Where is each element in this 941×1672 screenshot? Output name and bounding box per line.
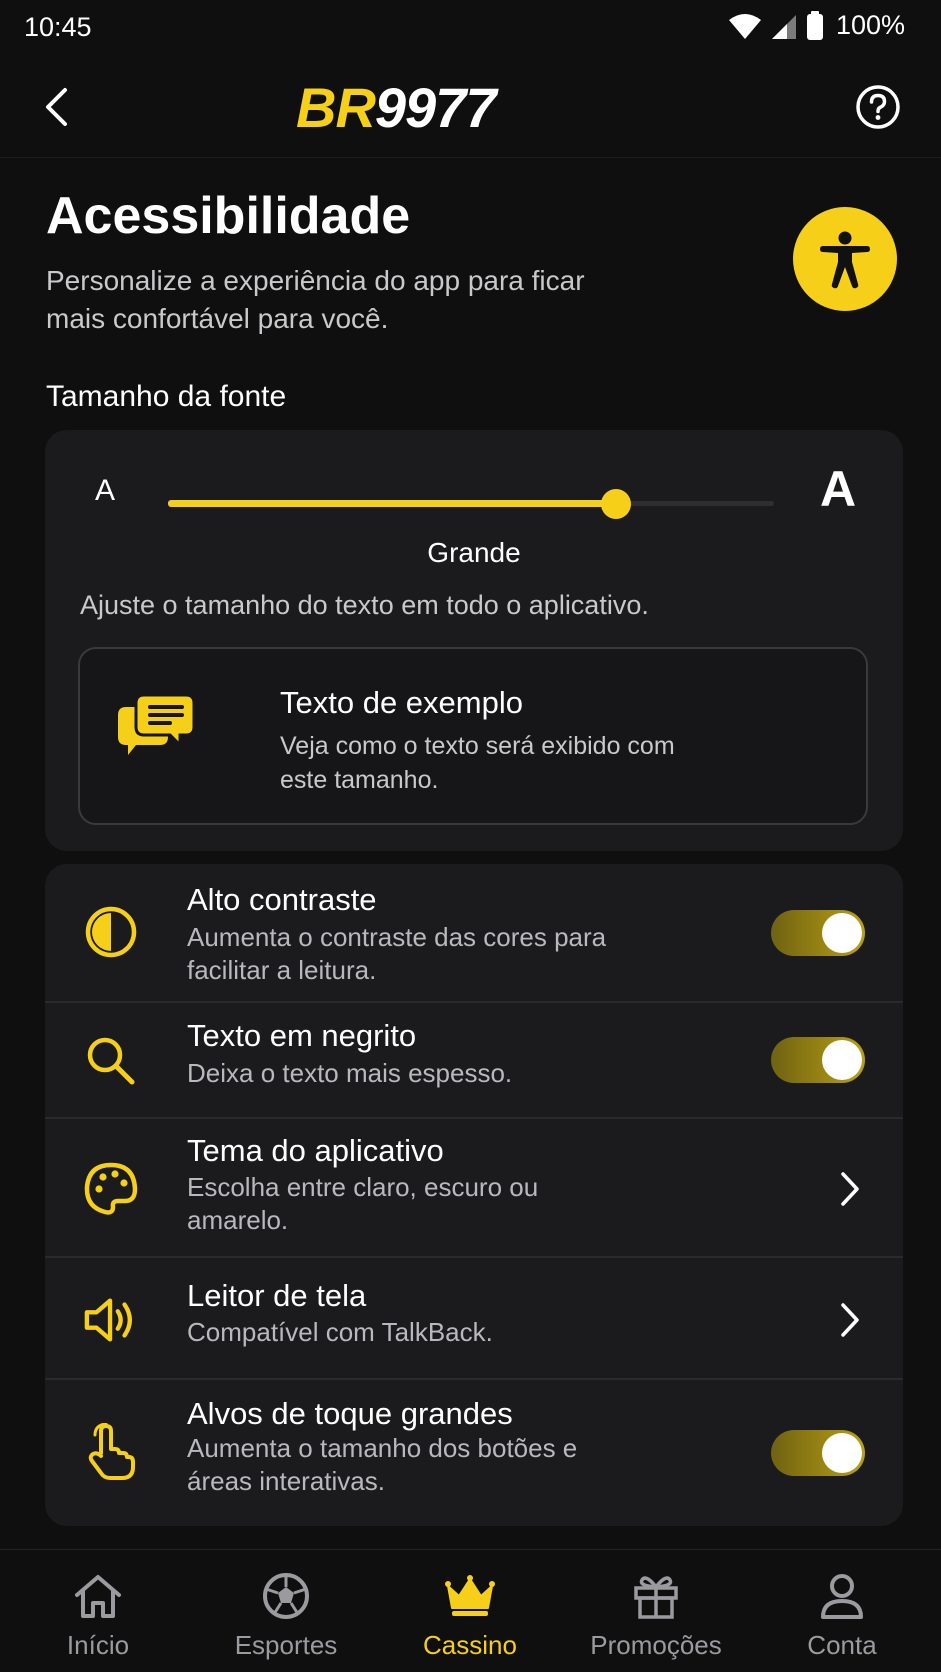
speaker-icon <box>83 1292 139 1348</box>
battery-percent: 100% <box>835 10 905 40</box>
setting-title: Alto contraste <box>187 882 377 917</box>
setting-description: Aumenta o tamanho dos botões e áreas int… <box>187 1433 578 1496</box>
setting-row-large-touch-targets[interactable]: Alvos de toque grandes Aumenta o tamanho… <box>45 1380 903 1526</box>
brand-logo: BR9977 <box>296 76 497 140</box>
cell-signal-icon <box>770 12 798 40</box>
nav-label: Promoções <box>590 1630 722 1660</box>
magnifier-icon <box>83 1033 139 1089</box>
accessibility-person-icon <box>820 231 870 289</box>
nav-item-conta[interactable]: Conta <box>748 1550 936 1672</box>
slider-fill <box>168 500 617 507</box>
nav-item-esportes[interactable]: Esportes <box>192 1550 380 1672</box>
slider-thumb[interactable] <box>601 489 632 519</box>
nav-label: Início <box>66 1630 130 1660</box>
question-circle-icon <box>856 85 900 129</box>
chevron-left-icon <box>46 88 67 126</box>
status-bar: 10:45 100% <box>0 0 941 56</box>
bold-text-toggle[interactable] <box>771 1037 865 1083</box>
sample-text: Veja como o texto será exibido com este … <box>280 732 675 794</box>
contrast-icon <box>83 904 139 960</box>
status-time: 10:45 <box>24 12 92 42</box>
battery-icon <box>806 10 824 41</box>
status-icons: 100% <box>728 10 905 41</box>
nav-item-inicio[interactable]: Início <box>4 1550 192 1672</box>
setting-row-bold-text[interactable]: Texto em negrito Deixa o texto mais espe… <box>45 1003 903 1119</box>
setting-description: Compatível com TalkBack. <box>187 1317 493 1347</box>
palette-icon <box>83 1161 139 1217</box>
nav-label: Esportes <box>234 1630 338 1660</box>
accessibility-badge <box>793 207 897 311</box>
logo-prefix: BR <box>296 76 376 139</box>
nav-label: Cassino <box>423 1630 517 1660</box>
setting-row-high-contrast[interactable]: Alto contraste Aumenta o contraste das c… <box>45 864 903 1003</box>
font-size-help-text: Ajuste o tamanho do texto em todo o apli… <box>80 590 649 620</box>
large-font-glyph: A <box>820 461 857 517</box>
setting-row-screen-reader[interactable]: Leitor de tela Compatível com TalkBack. <box>45 1258 903 1380</box>
help-button[interactable] <box>855 84 901 130</box>
chat-bubbles-icon <box>116 693 196 774</box>
accessibility-settings-list: Alto contraste Aumenta o contraste das c… <box>45 864 903 1526</box>
setting-title: Leitor de tela <box>187 1278 367 1313</box>
toggle-knob <box>822 1040 862 1080</box>
setting-description: Deixa o texto mais espesso. <box>187 1058 513 1088</box>
sample-text-preview: Texto de exemplo Veja como o texto será … <box>78 647 868 825</box>
back-button[interactable] <box>36 82 76 132</box>
setting-title: Texto em negrito <box>187 1018 417 1053</box>
font-size-slider[interactable] <box>168 488 774 519</box>
toggle-knob <box>822 1433 862 1473</box>
font-size-section-label: Tamanho da fonte <box>46 380 287 413</box>
font-size-card: A A Grande Ajuste o tamanho do texto em … <box>45 430 903 851</box>
wifi-icon <box>728 12 762 40</box>
small-font-glyph: A <box>95 474 116 507</box>
large-touch-targets-toggle[interactable] <box>771 1430 865 1476</box>
accessibility-screen: 10:45 100% BR9977 Acessibilidade Persona… <box>0 0 941 1672</box>
chevron-right-icon <box>835 1169 865 1209</box>
high-contrast-toggle[interactable] <box>771 910 865 956</box>
bottom-navigation: Início Esportes Cassino Promoções Conta <box>0 1549 941 1672</box>
nav-label: Conta <box>807 1630 877 1660</box>
setting-description: Escolha entre claro, escuro ou amarelo. <box>187 1172 539 1235</box>
page-subtitle: Personalize a experiência do app para fi… <box>46 265 585 334</box>
nav-item-promocoes[interactable]: Promoções <box>562 1550 750 1672</box>
sample-title: Texto de exemplo <box>280 685 523 720</box>
chevron-right-icon <box>835 1300 865 1340</box>
setting-description: Aumenta o contraste das cores para facil… <box>187 922 607 985</box>
toggle-knob <box>822 913 862 953</box>
gift-icon <box>562 1570 750 1622</box>
nav-item-cassino[interactable]: Cassino <box>376 1550 564 1672</box>
app-header: BR9977 <box>0 56 941 158</box>
setting-row-app-theme[interactable]: Tema do aplicativo Escolha entre claro, … <box>45 1119 903 1258</box>
home-icon <box>4 1570 192 1622</box>
setting-title: Tema do aplicativo <box>187 1133 444 1168</box>
setting-title: Alvos de toque grandes <box>187 1396 513 1431</box>
touch-hand-icon <box>83 1423 139 1480</box>
user-icon <box>748 1570 936 1622</box>
page-title: Acessibilidade <box>46 187 411 245</box>
logo-suffix: 9977 <box>374 76 497 139</box>
crown-icon <box>376 1570 564 1622</box>
font-size-value: Grande <box>427 537 521 568</box>
soccer-ball-icon <box>192 1570 380 1622</box>
